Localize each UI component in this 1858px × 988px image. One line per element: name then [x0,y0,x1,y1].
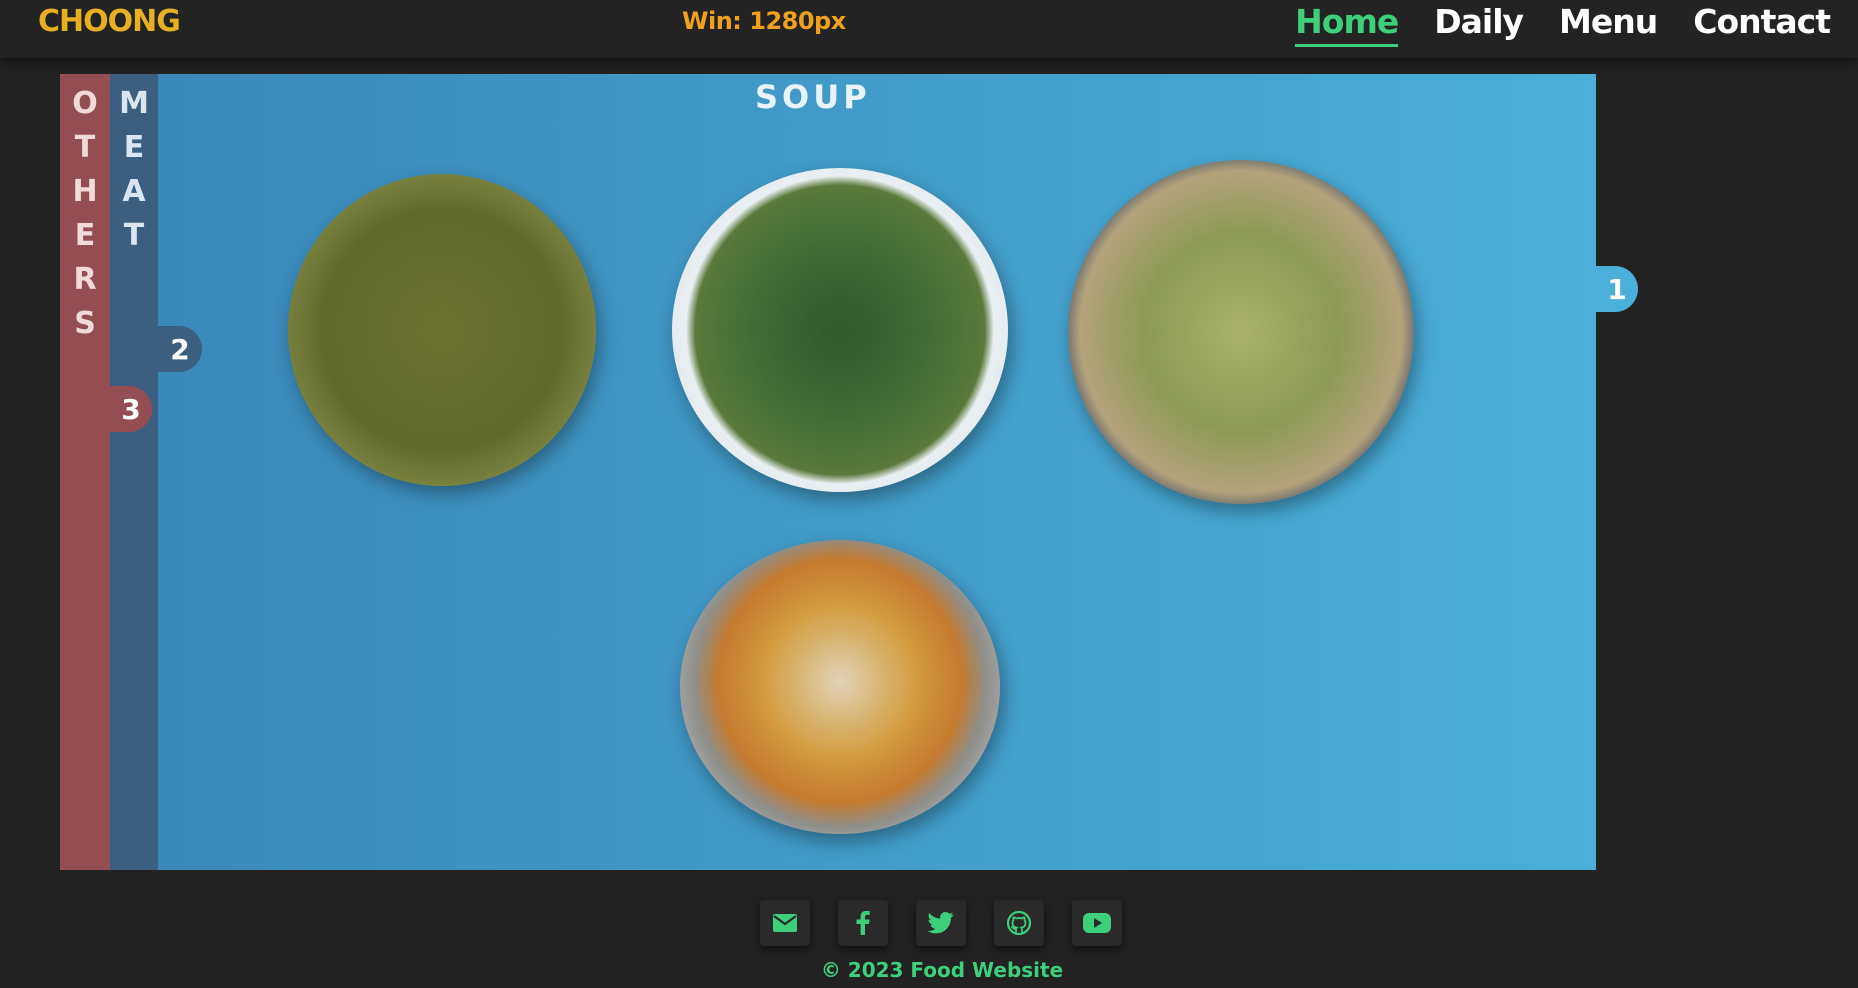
tab-meat-letter: T [123,218,145,253]
soup-bowl-1[interactable] [288,174,596,486]
tab-others-letter: S [74,306,96,341]
tab-meat-number[interactable]: 2 [158,326,202,372]
youtube-icon [1083,913,1111,933]
github-icon [1007,911,1031,935]
twitter-icon [928,912,954,934]
tab-others-letter: O [72,86,98,121]
tab-meat[interactable]: M E A T [110,74,158,870]
window-width-label: Win: 1280px [682,7,846,35]
facebook-icon [856,911,870,935]
nav-contact[interactable]: Contact [1693,2,1831,47]
tab-others-letter: T [74,130,96,165]
twitter-button[interactable] [916,900,966,946]
nav-menu[interactable]: Menu [1559,2,1658,47]
github-button[interactable] [994,900,1044,946]
tab-others[interactable]: O T H E R S [60,74,110,870]
soup-bowl-2[interactable] [672,168,1008,492]
tab-others-letter: R [73,262,97,297]
tab-meat-letter: M [119,86,149,121]
site-header: CHOONG Win: 1280px Home Daily Menu Conta… [0,0,1858,58]
nav-daily[interactable]: Daily [1434,2,1524,47]
email-button[interactable] [760,900,810,946]
soup-bowl-4[interactable] [680,540,1000,834]
site-logo[interactable]: CHOONG [38,4,181,39]
main-nav: Home Daily Menu Contact [1295,2,1831,47]
section-title: SOUP [755,78,871,116]
tab-others-letter: E [74,218,96,253]
youtube-button[interactable] [1072,900,1122,946]
tab-soup-number[interactable]: 1 [1596,266,1638,312]
tab-meat-letter: E [123,130,145,165]
facebook-button[interactable] [838,900,888,946]
nav-home[interactable]: Home [1295,2,1399,47]
envelope-icon [773,914,797,932]
copyright-text: © 2023 Food Website [820,958,1064,982]
tab-others-letter: H [72,174,98,209]
soup-bowl-3[interactable] [1068,160,1414,504]
social-links [760,900,1122,946]
tab-meat-letter: A [122,174,146,209]
soup-panel: O T H E R S M E A T 2 3 1 SOUP [60,74,1638,870]
